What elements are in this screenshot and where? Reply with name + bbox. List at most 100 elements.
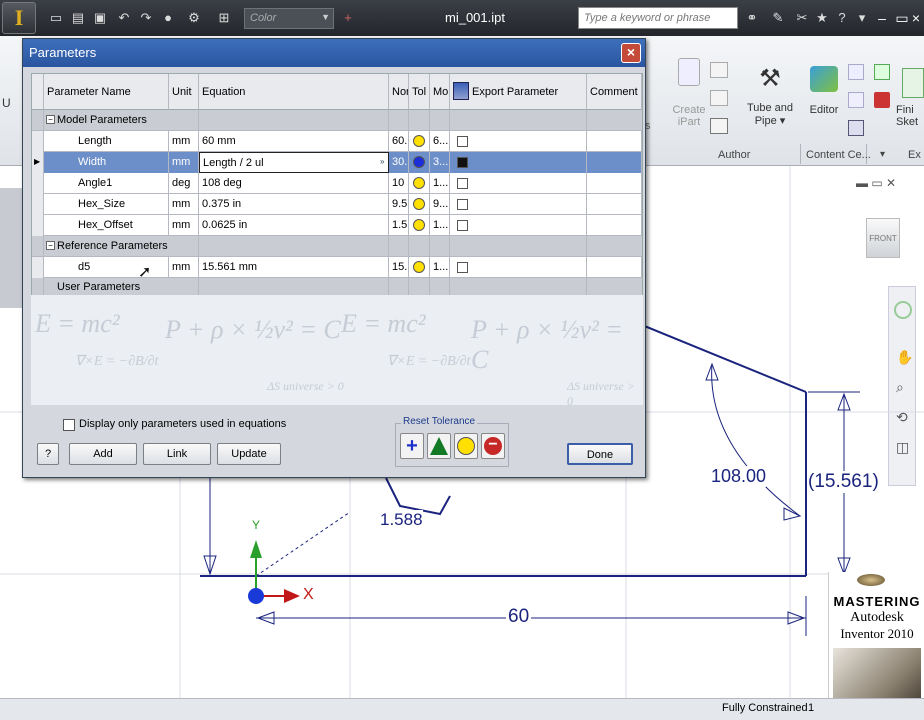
- redo-icon[interactable]: ↷: [138, 10, 154, 26]
- tube-pipe-label[interactable]: Tube and Pipe ▾: [740, 102, 800, 127]
- application-menu-button[interactable]: I: [2, 2, 36, 34]
- extra-small-icon-1[interactable]: [874, 64, 890, 80]
- plus-icon[interactable]: +: [340, 10, 356, 26]
- minimize-icon[interactable]: –: [872, 8, 892, 28]
- tolerance-indicator[interactable]: [409, 152, 430, 173]
- equation-arrow-icon[interactable]: »: [380, 157, 384, 166]
- parameters-table: Parameter Name Unit Equation Nor Tol Mo …: [31, 73, 643, 296]
- help-dropdown-icon[interactable]: ▾: [854, 10, 870, 26]
- color-dropdown[interactable]: Color ▼: [244, 8, 334, 29]
- column-header-comment[interactable]: Comment: [587, 74, 642, 110]
- content-small-icon-3[interactable]: [848, 120, 864, 136]
- equation-edit-field[interactable]: Length / 2 ul: [199, 152, 389, 173]
- tools-icon[interactable]: ✂: [794, 10, 810, 26]
- tolerance-lower-button[interactable]: −: [481, 433, 505, 459]
- wrench-icon[interactable]: ✎: [770, 10, 786, 26]
- ribbon-options-icon[interactable]: ▾: [880, 149, 885, 160]
- group-row-model[interactable]: − Model Parameters: [32, 110, 642, 131]
- column-header-export[interactable]: Export Parameter: [450, 74, 587, 110]
- table-row-selected[interactable]: ▶ Width mm Length / 2 ul » 30. 3...: [32, 152, 642, 173]
- group-row-user[interactable]: User Parameters: [32, 278, 642, 296]
- column-header-equation[interactable]: Equation: [199, 74, 389, 110]
- group-label-author: Author: [718, 149, 751, 161]
- export-checkbox[interactable]: [450, 131, 587, 152]
- table-row[interactable]: d5 mm 15.561 mm 15. 1...: [32, 257, 642, 278]
- finish-sketch-icon[interactable]: [902, 68, 924, 98]
- dialog-title: Parameters: [29, 45, 97, 60]
- export-checkbox[interactable]: [450, 194, 587, 215]
- add-button[interactable]: Add: [69, 443, 137, 465]
- tolerance-median-button[interactable]: [427, 433, 451, 459]
- title-bar: I ▭ ▤ ▣ ↶ ↷ ● ⚙ ⊞ Color ▼ + mi_001.ipt Ty…: [0, 0, 924, 36]
- median-tolerance-icon: [430, 437, 448, 455]
- undo-icon[interactable]: ↶: [116, 10, 132, 26]
- column-header-model[interactable]: Mo: [430, 74, 450, 110]
- export-checkbox[interactable]: [450, 152, 587, 173]
- document-title: mi_001.ipt: [445, 10, 505, 25]
- help-button[interactable]: ?: [37, 443, 59, 465]
- formula-5: ∇×E = −∂B/∂t: [75, 354, 159, 369]
- new-icon[interactable]: ▭: [48, 10, 64, 26]
- column-header-unit[interactable]: Unit: [169, 74, 199, 110]
- ipart-small-icon-3[interactable]: [710, 118, 728, 134]
- column-header-nominal[interactable]: Nor: [389, 74, 409, 110]
- table-row[interactable]: Angle1 deg 108 deg 10 1...: [32, 173, 642, 194]
- nominal-tolerance-icon: [457, 437, 475, 455]
- parameters-dialog: Parameters × Parameter Name Unit Equatio…: [22, 38, 646, 478]
- table-row[interactable]: Hex_Size mm 0.375 in 9.5 9...: [32, 194, 642, 215]
- column-header-name[interactable]: Parameter Name: [44, 74, 169, 110]
- finish-sketch-label[interactable]: Fini Sket: [896, 104, 924, 128]
- book-title-line2: Autodesk: [850, 610, 904, 625]
- editor-icon[interactable]: [810, 66, 838, 92]
- dimension-reference-height[interactable]: (15.561): [808, 471, 879, 493]
- help-icon[interactable]: ?: [834, 10, 850, 26]
- sketch-origin-point: [248, 588, 264, 604]
- tolerance-indicator[interactable]: [409, 215, 430, 236]
- dimension-hex-offset[interactable]: 1.588: [380, 510, 423, 530]
- table-row[interactable]: Length mm 60 mm 60. 6...: [32, 131, 642, 152]
- tolerance-indicator[interactable]: [409, 194, 430, 215]
- dialog-close-button[interactable]: ×: [621, 43, 641, 63]
- save-icon[interactable]: ▣: [92, 10, 108, 26]
- link-button[interactable]: Link: [143, 443, 211, 465]
- dialog-title-bar[interactable]: Parameters ×: [23, 39, 645, 67]
- content-small-icon-2[interactable]: [848, 92, 864, 108]
- plus-tolerance-icon: +: [406, 435, 418, 457]
- tolerance-indicator[interactable]: [409, 173, 430, 194]
- export-parameter-icon: [453, 82, 469, 100]
- binoculars-icon[interactable]: ⚭: [744, 10, 760, 26]
- tube-pipe-icon[interactable]: ⚒: [752, 64, 788, 94]
- dimension-angle[interactable]: 108.00: [711, 466, 767, 487]
- ipart-small-icon-2[interactable]: [710, 90, 728, 106]
- display-only-checkbox[interactable]: [63, 419, 75, 431]
- export-checkbox[interactable]: [450, 215, 587, 236]
- update-icon[interactable]: ⚙: [186, 10, 202, 26]
- column-header-tolerance[interactable]: Tol: [409, 74, 430, 110]
- minus-tolerance-icon: −: [484, 437, 502, 455]
- done-button[interactable]: Done: [567, 443, 633, 465]
- create-ipart-button[interactable]: [672, 58, 706, 90]
- editor-label[interactable]: Editor: [802, 104, 846, 116]
- update-button[interactable]: Update: [217, 443, 281, 465]
- ipart-small-icon-1[interactable]: [710, 62, 728, 78]
- export-checkbox[interactable]: [450, 257, 587, 278]
- export-checkbox[interactable]: [450, 173, 587, 194]
- group-row-reference[interactable]: − Reference Parameters: [32, 236, 642, 257]
- tolerance-indicator[interactable]: [409, 131, 430, 152]
- search-input[interactable]: Type a keyword or phrase: [578, 7, 738, 29]
- row-pointer-icon: ▶: [32, 152, 44, 173]
- close-app-icon[interactable]: ×: [908, 8, 924, 28]
- create-ipart-icon: [678, 58, 700, 86]
- zoom-icon[interactable]: ⊞: [216, 10, 232, 26]
- content-small-icon-1[interactable]: [848, 64, 864, 80]
- display-only-label[interactable]: Display only parameters used in equation…: [79, 418, 286, 430]
- star-icon[interactable]: ★: [814, 10, 830, 26]
- tolerance-upper-button[interactable]: +: [400, 433, 424, 459]
- dimension-length[interactable]: 60: [506, 606, 532, 628]
- tolerance-nominal-button[interactable]: [454, 433, 478, 459]
- tolerance-indicator[interactable]: [409, 257, 430, 278]
- table-row[interactable]: Hex_Offset mm 0.0625 in 1.5 1...: [32, 215, 642, 236]
- extra-small-icon-2[interactable]: [874, 92, 890, 108]
- select-icon[interactable]: ●: [160, 10, 176, 26]
- open-icon[interactable]: ▤: [70, 10, 86, 26]
